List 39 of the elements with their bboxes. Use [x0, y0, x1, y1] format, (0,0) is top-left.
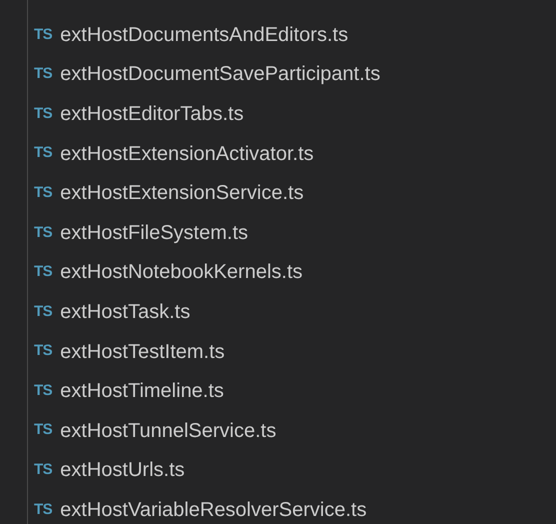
file-name: extHostDocumentSaveParticipant.ts	[60, 62, 380, 88]
file-item[interactable]: TS extHostEditorTabs.ts	[28, 94, 380, 134]
typescript-file-icon: TS	[34, 419, 52, 442]
file-name: extHostTimeline.ts	[60, 379, 224, 404]
file-item[interactable]: TS extHostNotebookKernels.ts	[28, 252, 380, 292]
typescript-file-icon: TS	[34, 300, 52, 324]
file-item[interactable]: TS extHostTask.ts	[28, 292, 380, 332]
file-name: extHostUrls.ts	[60, 458, 185, 484]
file-item[interactable]: TS extHostVariableResolverService.ts	[28, 490, 380, 524]
file-name: extHostTunnelService.ts	[60, 418, 276, 444]
typescript-file-icon: TS	[34, 24, 52, 46]
typescript-file-icon: TS	[34, 102, 52, 126]
file-name: extHostExtensionActivator.ts	[60, 142, 314, 167]
file-item[interactable]: TS extHostFileSystem.ts	[28, 212, 380, 253]
file-item[interactable]: TS extHostDocumentSaveParticipant.ts	[28, 54, 380, 94]
file-name: extHostVariableResolverService.ts	[60, 498, 367, 523]
file-name: extHostNotebookKernels.ts	[60, 260, 303, 286]
file-item[interactable]: TS extHostExtensionService.ts	[28, 173, 380, 213]
typescript-file-icon: TS	[34, 63, 52, 86]
typescript-file-icon: TS	[34, 459, 52, 482]
file-name: extHostFileSystem.ts	[60, 220, 248, 246]
file-name: extHostTask.ts	[60, 300, 190, 325]
file-item[interactable]: TS extHostDocumentsAndEditors.ts	[28, 15, 380, 55]
file-name: extHostTestItem.ts	[60, 340, 225, 365]
file-item[interactable]: TS extHostTestItem.ts	[28, 332, 380, 372]
file-item[interactable]: TS extHostTimeline.ts	[28, 371, 380, 411]
file-name: extHostDocumentsAndEditors.ts	[60, 22, 348, 48]
file-name: extHostExtensionService.ts	[60, 181, 304, 206]
typescript-file-icon: TS	[34, 182, 52, 204]
typescript-file-icon: TS	[34, 340, 52, 363]
typescript-file-icon: TS	[34, 261, 52, 284]
typescript-file-icon: TS	[34, 222, 52, 244]
file-name: extHostEditorTabs.ts	[60, 102, 244, 127]
typescript-file-icon: TS	[34, 142, 52, 165]
file-item[interactable]: TS extHostTunnelService.ts	[28, 410, 380, 451]
file-item[interactable]: TS extHostUrls.ts	[28, 450, 380, 490]
typescript-file-icon: TS	[34, 498, 52, 522]
typescript-file-icon: TS	[34, 380, 52, 402]
file-item[interactable]: TS extHostExtensionActivator.ts	[28, 134, 380, 174]
